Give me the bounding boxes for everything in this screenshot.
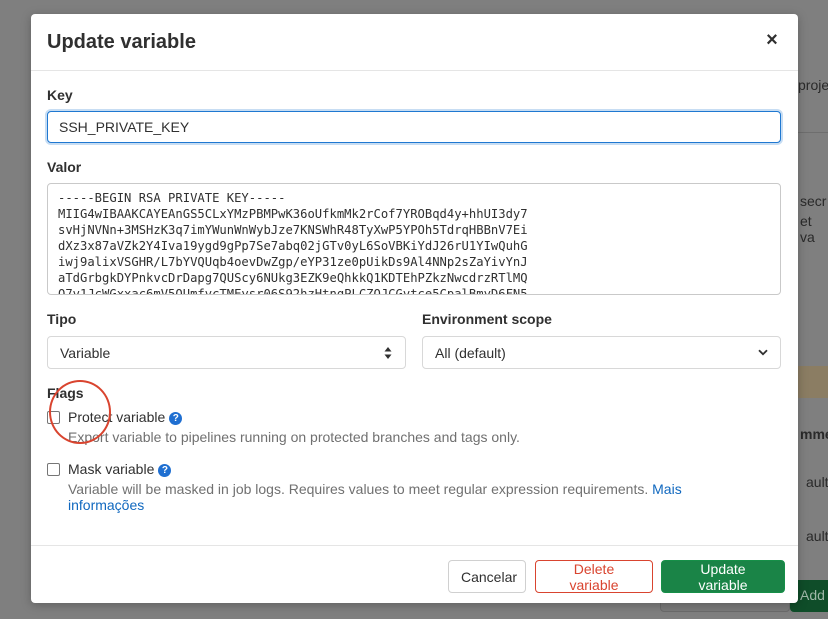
question-icon[interactable]: ? <box>158 464 172 477</box>
type-select-value: Variable <box>60 345 111 361</box>
modal-footer: Cancelar Delete variable Update variable <box>31 545 798 603</box>
modal-header: Update variable × <box>31 14 798 71</box>
close-icon[interactable]: × <box>764 30 780 50</box>
question-icon[interactable]: ? <box>169 412 183 425</box>
value-label: Valor <box>47 159 82 175</box>
select-arrows-icon <box>384 347 392 359</box>
bg-text-project: proje <box>798 77 828 93</box>
update-variable-modal: Update variable × Key Valor -----BEGIN R… <box>31 14 798 603</box>
bg-divider <box>798 132 828 133</box>
protect-variable-help: Export variable to pipelines running on … <box>68 429 520 445</box>
mask-variable-help-text: Variable will be masked in job logs. Req… <box>68 481 649 497</box>
cancel-button[interactable]: Cancelar <box>448 560 526 593</box>
bg-text-variable: et va <box>800 213 815 245</box>
mask-variable-checkbox[interactable] <box>47 463 60 476</box>
update-variable-button[interactable]: Update variable <box>661 560 785 593</box>
bg-text-environment: mmen <box>800 426 828 442</box>
type-select[interactable]: Variable <box>47 336 406 369</box>
key-input[interactable] <box>47 111 781 143</box>
mask-variable-help: Variable will be masked in job logs. Req… <box>68 481 708 513</box>
mask-variable-text: Mask variable <box>68 461 155 477</box>
key-label: Key <box>47 87 73 103</box>
bg-text-secret: secr <box>800 193 827 209</box>
delete-variable-button[interactable]: Delete variable <box>535 560 653 593</box>
annotation-circle <box>49 380 111 444</box>
chevron-down-icon <box>758 349 768 356</box>
value-textarea[interactable]: -----BEGIN RSA PRIVATE KEY----- MIIG4wIB… <box>47 183 781 295</box>
environment-scope-dropdown[interactable]: All (default) <box>422 336 781 369</box>
environment-scope-label: Environment scope <box>422 311 552 327</box>
environment-scope-value: All (default) <box>435 345 506 361</box>
bg-text-default-2: ault) <box>806 528 828 544</box>
bg-text-default-1: ault) <box>806 474 828 490</box>
type-label: Tipo <box>47 311 77 327</box>
bg-warning-strip <box>798 366 828 398</box>
modal-title: Update variable <box>47 31 196 53</box>
mask-variable-label[interactable]: Mask variable? <box>68 461 172 477</box>
